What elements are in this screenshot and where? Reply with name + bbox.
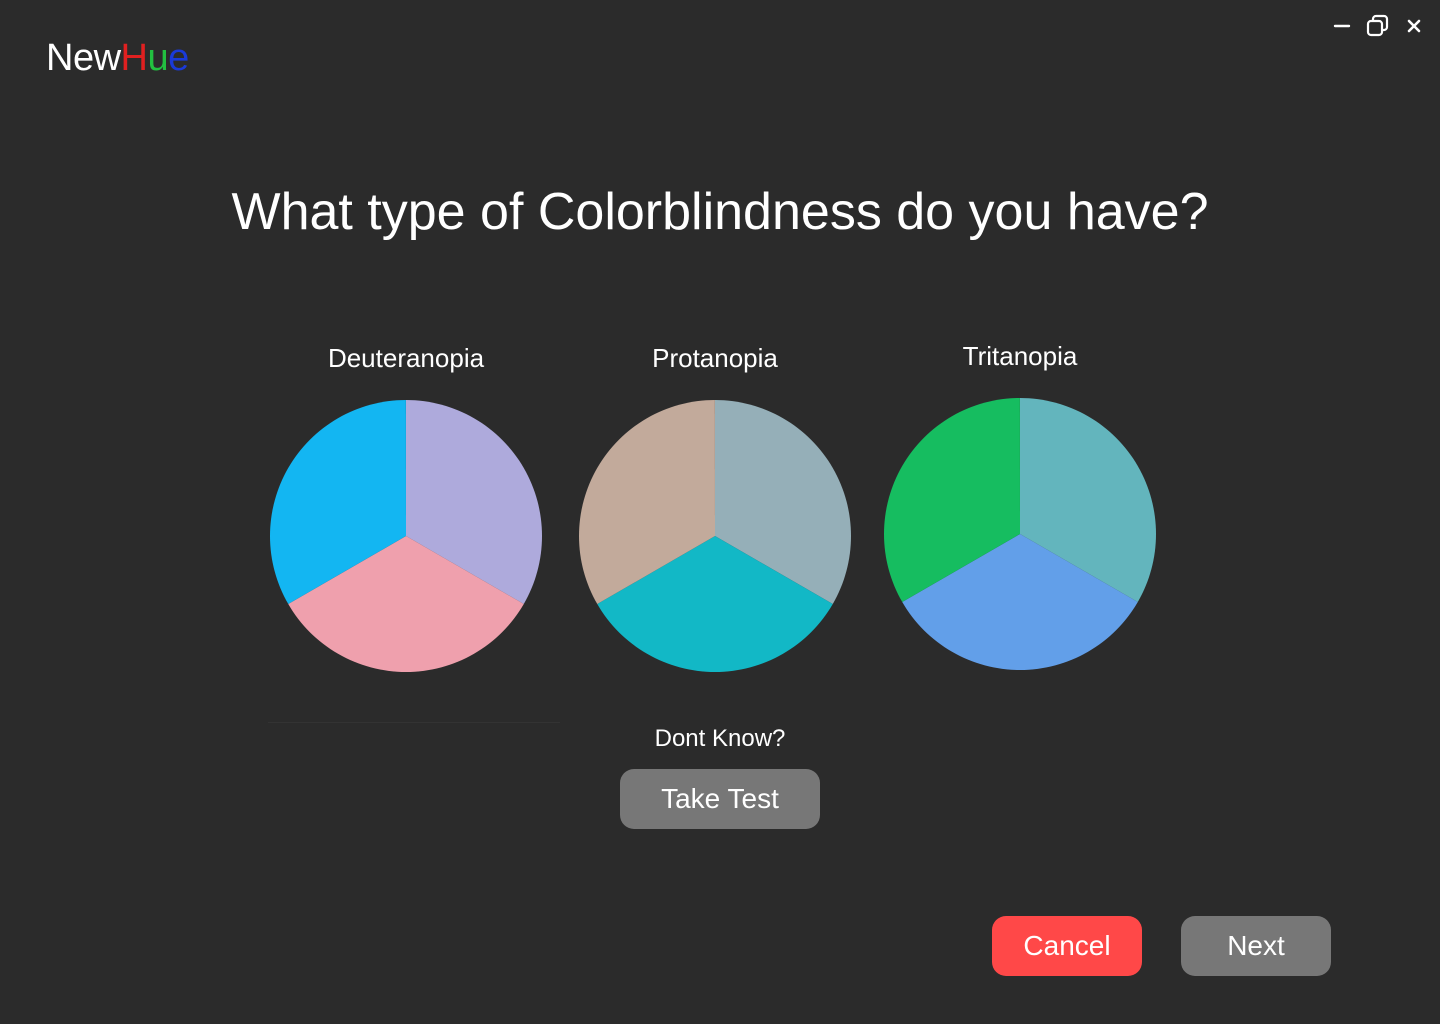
logo-part-new: New <box>46 37 121 79</box>
logo-part-u: u <box>147 37 169 79</box>
color-pie-icon <box>884 398 1156 670</box>
window-controls <box>1326 10 1430 42</box>
divider <box>268 722 560 723</box>
logo-part-e: e <box>168 37 189 79</box>
option-tritanopia[interactable]: Tritanopia <box>870 336 1170 674</box>
color-pie-icon <box>270 400 542 672</box>
option-deuteranopia[interactable]: Deuteranopia <box>256 338 556 676</box>
close-icon <box>1407 19 1421 33</box>
next-button[interactable]: Next <box>1181 916 1331 976</box>
option-label: Tritanopia <box>962 341 1078 371</box>
app-window: NewHue What type of Colorblindness do yo… <box>0 0 1440 1024</box>
option-label: Deuteranopia <box>327 343 485 373</box>
option-label: Protanopia <box>652 343 778 373</box>
dont-know-label: Dont Know? <box>654 725 786 752</box>
color-pie-icon <box>579 400 851 672</box>
restore-button[interactable] <box>1362 10 1394 42</box>
minimize-icon <box>1333 24 1351 28</box>
logo-part-h: H <box>120 37 148 79</box>
page-title: What type of Colorblindness do you have? <box>231 183 1209 241</box>
take-test-button[interactable]: Take Test <box>620 769 820 829</box>
minimize-button[interactable] <box>1326 10 1358 42</box>
option-protanopia[interactable]: Protanopia <box>565 338 865 676</box>
restore-icon <box>1366 14 1389 37</box>
app-logo: NewHue <box>46 36 189 80</box>
cancel-button[interactable]: Cancel <box>992 916 1142 976</box>
close-button[interactable] <box>1398 10 1430 42</box>
